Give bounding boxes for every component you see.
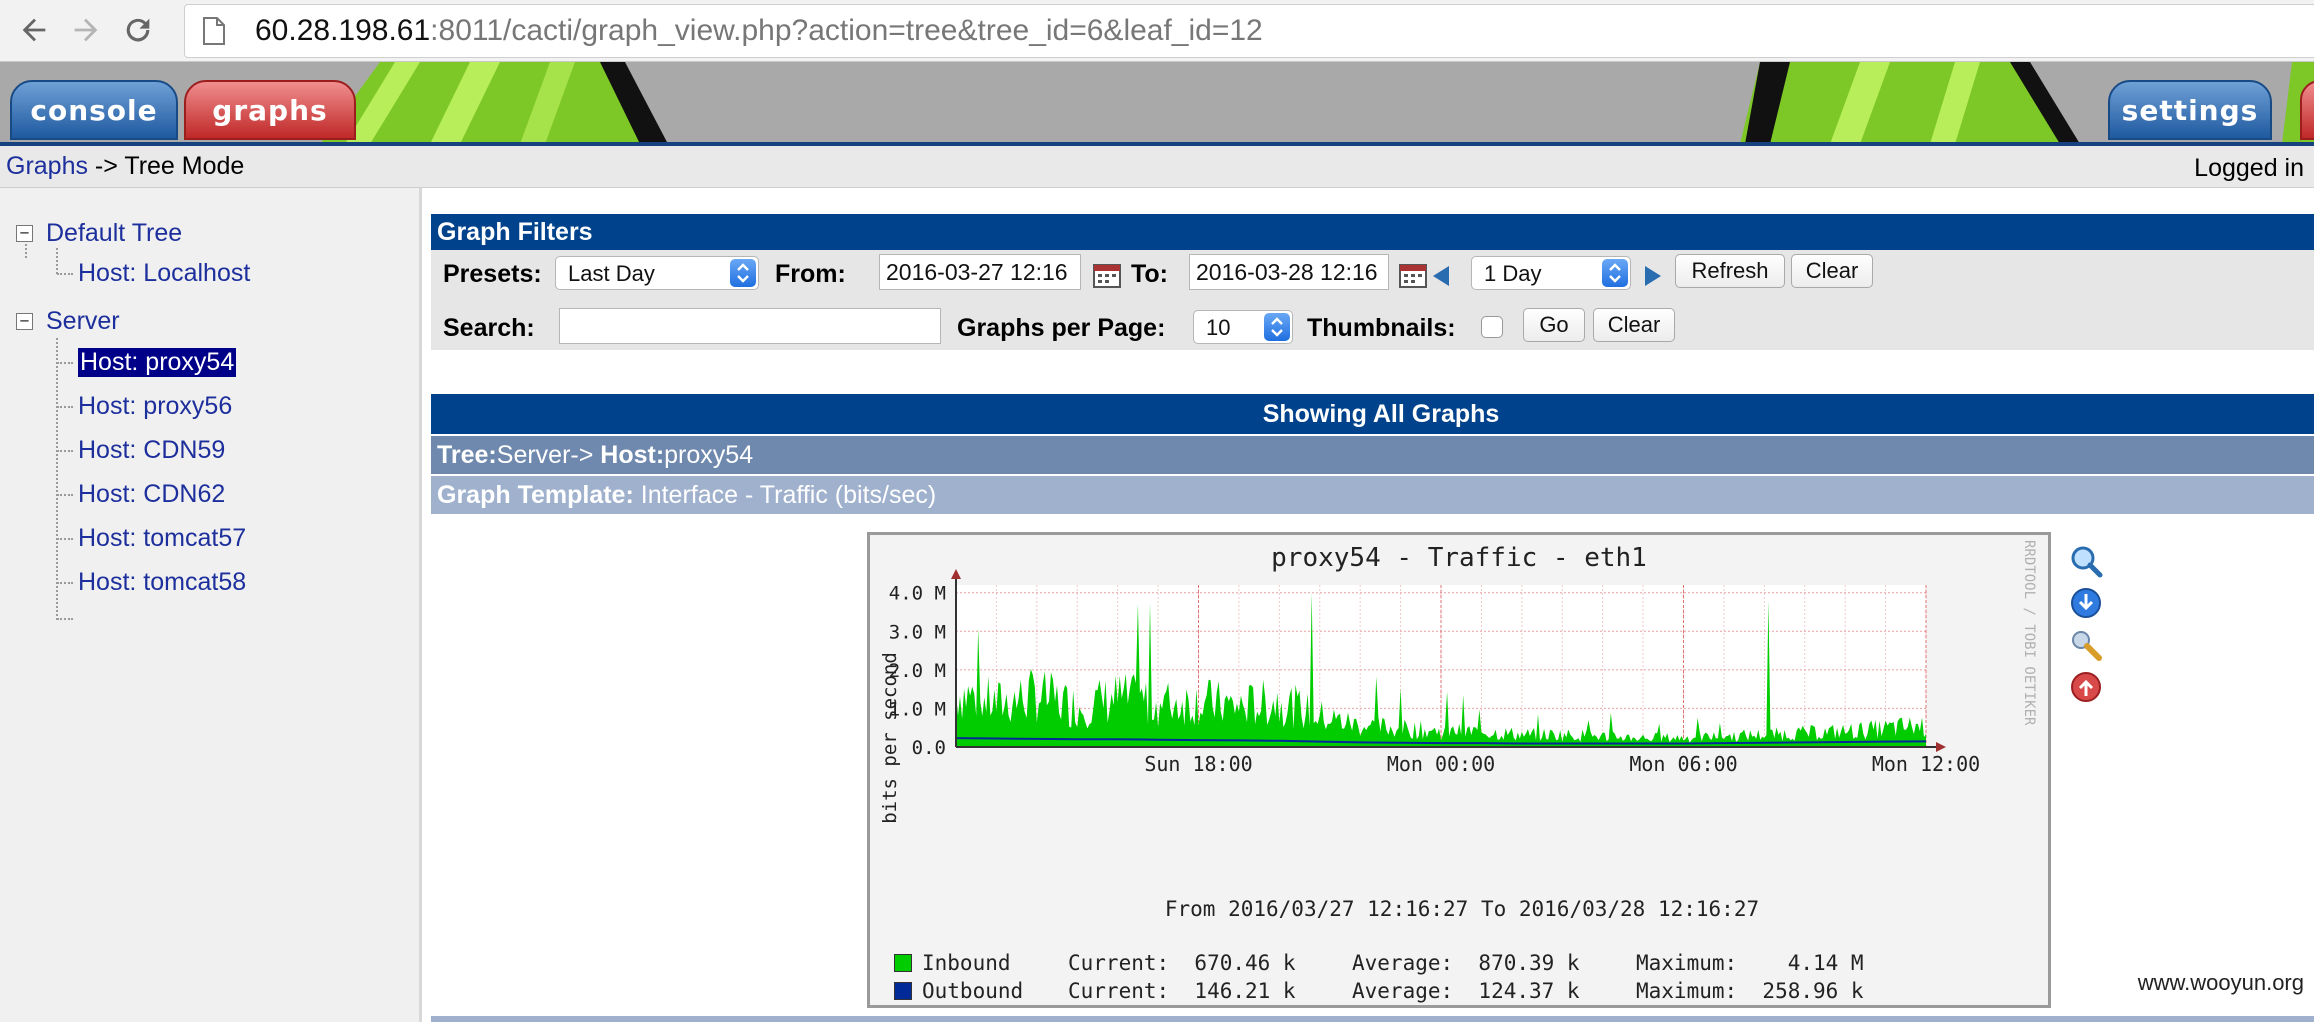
x-axis-arrow <box>1936 742 1946 752</box>
tree-item-host-tomcat58[interactable]: Host: tomcat58 <box>78 564 246 600</box>
top-icon[interactable] <box>2069 670 2103 704</box>
from-label: From: <box>775 260 846 288</box>
thumbnails-label: Thumbnails: <box>1307 314 1456 342</box>
tree-item-host-cdn62[interactable]: Host: CDN62 <box>78 476 225 512</box>
select-chevron-icon <box>1602 259 1628 287</box>
forward-icon <box>74 18 98 42</box>
search-input[interactable] <box>559 308 941 344</box>
forward-button[interactable] <box>64 8 108 52</box>
tab-settings[interactable]: settings <box>2108 80 2272 140</box>
cacti-header: console graphs settings <box>0 62 2314 144</box>
zoom-icon[interactable] <box>2069 544 2103 578</box>
tab-graphs[interactable]: graphs <box>184 80 356 140</box>
tab-clipped[interactable] <box>2300 80 2314 140</box>
shift-right-icon[interactable] <box>1643 264 1663 288</box>
to-label: To: <box>1131 260 1169 288</box>
back-button[interactable] <box>12 8 56 52</box>
tree-item-host-proxy56[interactable]: Host: proxy56 <box>78 388 232 424</box>
select-chevron-icon <box>1264 313 1290 341</box>
logged-in-label: Logged in <box>2194 154 2304 182</box>
graph-plot: 0.01.0 M2.0 M3.0 M4.0 MSun 18:00 Mon 00:0… <box>889 569 1980 776</box>
thumbnails-checkbox[interactable] <box>1481 316 1503 338</box>
graph-filters-panel: Presets: Last Day From: 2016-03-27 12:16… <box>431 250 2314 350</box>
legend-inbound: Inbound Current: 670.46 k Average: 870.39 … <box>894 951 1864 975</box>
clear-search-button[interactable]: Clear <box>1593 308 1675 342</box>
browser-toolbar: 60.28.198.61:8011/cacti/graph_view.php?a… <box>0 0 2314 62</box>
url-path: :8011/cacti/graph_view.php?action=tree&t… <box>430 14 1263 47</box>
y-axis-label: bits per second <box>879 652 901 824</box>
collapse-toggle-server[interactable]: − <box>16 313 33 330</box>
refresh-button[interactable]: Refresh <box>1675 254 1785 288</box>
traffic-graph[interactable]: proxy54 - Traffic - eth1 0.0 1.0 M 2.0 M 3.… <box>867 532 2051 1008</box>
legend-outbound: Outbound Current: 146.21 k Average: 124.37… <box>894 979 1864 1003</box>
graph-time-range: From 2016/03/27 12:16:27 To 2016/03/28 1… <box>1164 897 1760 921</box>
section-divider <box>431 1016 2314 1022</box>
presets-label: Presets: <box>443 260 542 288</box>
page-icon <box>203 17 225 45</box>
address-bar[interactable]: 60.28.198.61:8011/cacti/graph_view.php?a… <box>184 4 2314 58</box>
tree-item-host-tomcat57[interactable]: Host: tomcat57 <box>78 520 246 556</box>
presets-select[interactable]: Last Day <box>555 256 759 290</box>
watermark: www.wooyun.org <box>2137 970 2304 995</box>
properties-icon[interactable] <box>2069 628 2103 662</box>
tree-item-host-cdn59[interactable]: Host: CDN59 <box>78 432 225 468</box>
breadcrumb: Graphs -> Tree Mode Logged in <box>0 146 2314 188</box>
graph-template-header: Graph Template: Interface - Traffic (bit… <box>431 476 2314 514</box>
calendar-icon[interactable] <box>1399 262 1427 288</box>
x-tick-label: Mon 00:00 <box>1387 752 1495 776</box>
y-axis-arrow <box>951 569 961 579</box>
breadcrumb-current: -> Tree Mode <box>87 152 245 180</box>
clear-button[interactable]: Clear <box>1791 254 1873 288</box>
graphs-per-page-label: Graphs per Page: <box>957 314 1166 342</box>
rrdtool-credit: RRDTOOL / TOBI OETIKER <box>2021 540 2037 726</box>
timespan-select[interactable]: 1 Day <box>1471 256 1631 290</box>
collapse-toggle-default-tree[interactable]: − <box>16 225 33 242</box>
y-tick-label: 4.0 M <box>889 583 946 605</box>
tree-item-host-localhost[interactable]: Host: Localhost <box>78 255 250 291</box>
reload-icon <box>126 18 150 42</box>
calendar-icon[interactable] <box>1093 262 1121 288</box>
main-content: Graph Filters Presets: Last Day From: 20… <box>425 188 2314 1022</box>
tab-console[interactable]: console <box>10 80 178 140</box>
showing-all-graphs-header: Showing All Graphs <box>431 394 2314 434</box>
outbound-swatch <box>894 982 912 1000</box>
to-date-input[interactable]: 2016-03-28 12:16 <box>1189 254 1389 290</box>
graph-filters-title: Graph Filters <box>431 214 2314 250</box>
search-label: Search: <box>443 314 535 342</box>
tree-path-header: Tree:Server-> Host:proxy54 <box>431 436 2314 474</box>
go-button[interactable]: Go <box>1523 308 1585 342</box>
from-date-input[interactable]: 2016-03-27 12:16 <box>879 254 1081 290</box>
shift-left-icon[interactable] <box>1431 264 1451 288</box>
x-tick-label: Sun 18:00 <box>1144 752 1252 776</box>
select-chevron-icon <box>730 259 756 287</box>
graphs-per-page-select[interactable]: 10 <box>1193 310 1293 344</box>
x-tick-label: Mon 12:00 <box>1872 752 1980 776</box>
tree-item-server[interactable]: Server <box>46 303 120 339</box>
x-tick-label: Mon 06:00 <box>1629 752 1737 776</box>
export-icon[interactable] <box>2069 586 2103 620</box>
tree-item-default-tree[interactable]: Default Tree <box>46 215 182 251</box>
graph-tree: − Default Tree Host: Localhost − Server … <box>0 188 422 1022</box>
reload-button[interactable] <box>116 8 160 52</box>
y-tick-label: 0.0 <box>912 737 946 759</box>
url-host: 60.28.198.61 <box>255 14 431 47</box>
back-icon <box>22 18 46 42</box>
breadcrumb-graphs-link[interactable]: Graphs <box>6 152 88 181</box>
inbound-swatch <box>894 954 912 972</box>
tree-item-host-proxy54[interactable]: Host: proxy54 <box>78 344 237 380</box>
